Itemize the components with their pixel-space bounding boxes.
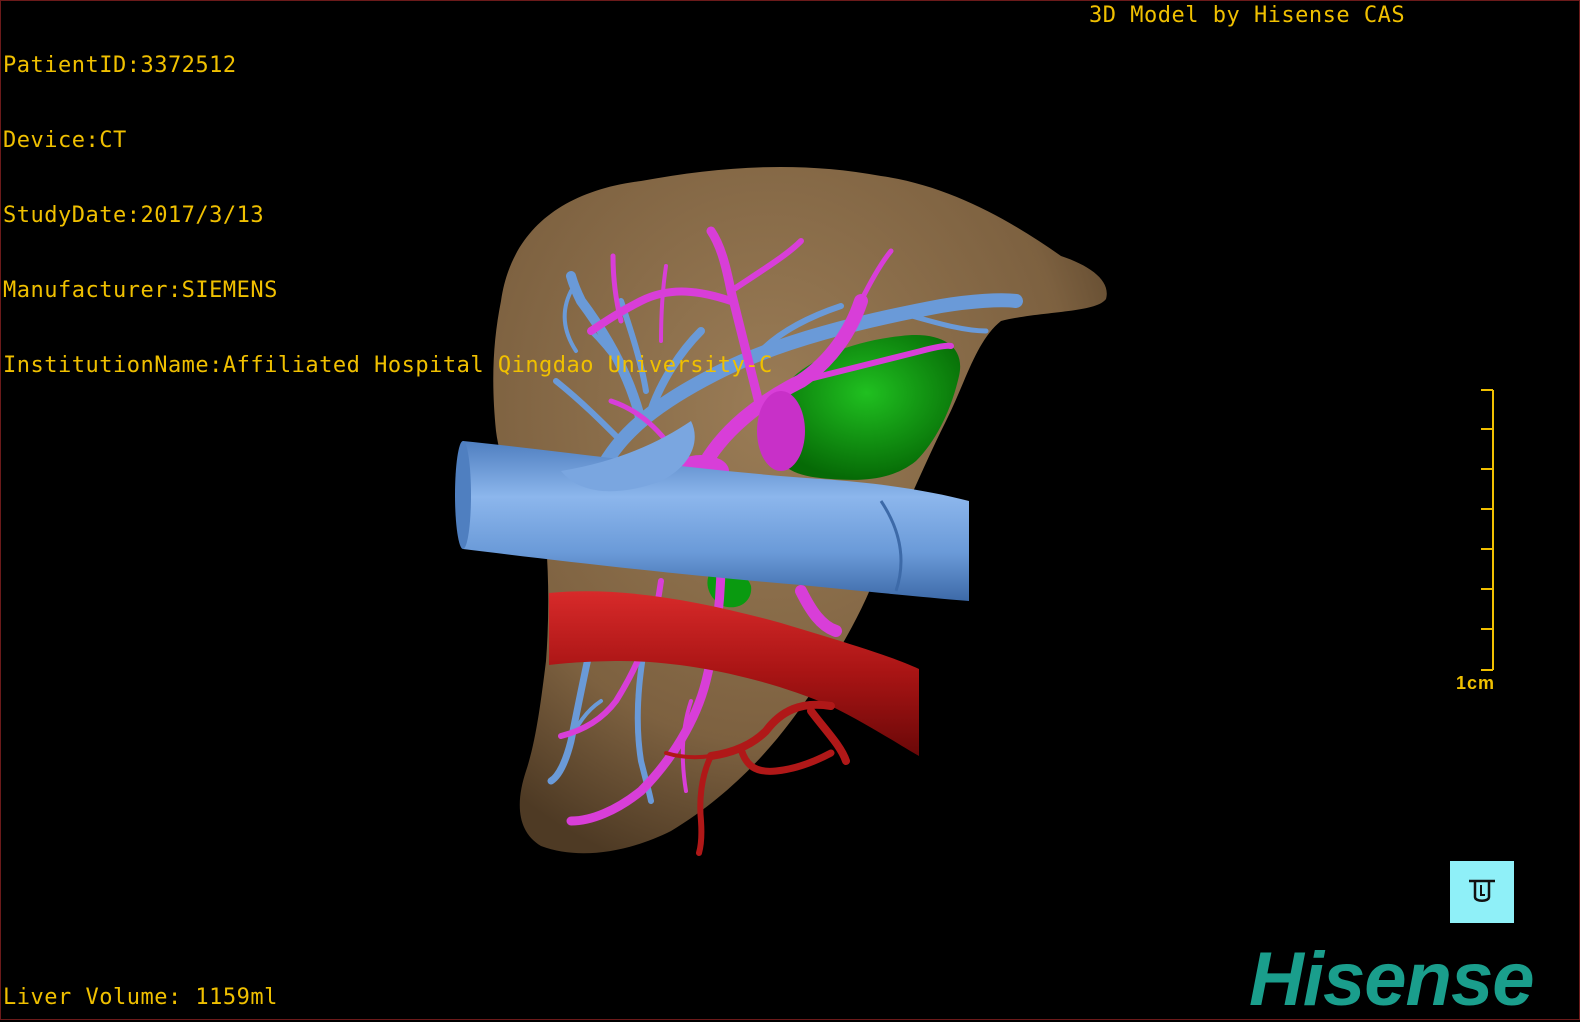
device-text: Device:CT (3, 128, 127, 153)
scale-label: 1cm (1456, 673, 1496, 693)
model-credit-text: 3D Model by Hisense CAS (1089, 3, 1406, 28)
study-date-text: StudyDate:2017/3/13 (3, 203, 265, 228)
manufacturer-text: Manufacturer:SIEMENS (3, 278, 278, 303)
scale-bar (1481, 389, 1494, 671)
liver-volume-text: Liver Volume: 1159ml (3, 985, 278, 1010)
hisense-logo: Hisense (1249, 937, 1534, 1022)
3d-viewport[interactable]: PatientID:3372512 Device:CT StudyDate:20… (0, 0, 1580, 1020)
cup-tool-button[interactable] (1450, 861, 1514, 923)
patient-id-text: PatientID:3372512 (3, 53, 237, 78)
institution-text: InstitutionName:Affiliated Hospital Qing… (3, 353, 773, 378)
cup-icon (1469, 879, 1495, 902)
patient-info-overlay: PatientID:3372512 Device:CT StudyDate:20… (3, 3, 773, 428)
